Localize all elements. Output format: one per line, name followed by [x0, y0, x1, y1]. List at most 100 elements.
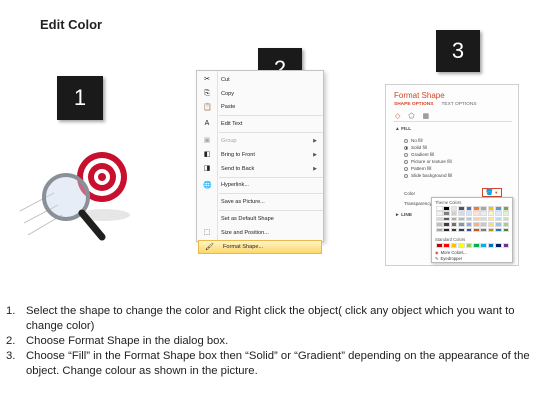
color-swatch[interactable] [487, 211, 495, 216]
tab-text-options[interactable]: TEXT OPTIONS [441, 102, 476, 107]
color-swatch[interactable] [436, 211, 443, 216]
color-swatch[interactable] [465, 206, 473, 211]
fill-section-header[interactable]: ▲ FILL [395, 127, 411, 132]
color-swatch[interactable] [450, 227, 458, 233]
menu-item-size-and-position[interactable]: ⬚ Size and Position... [197, 226, 323, 240]
menu-item-cut[interactable]: ✂ Cut [197, 73, 323, 87]
color-swatch[interactable] [443, 222, 450, 227]
color-swatch[interactable] [487, 227, 495, 233]
menu-item-send-to-back[interactable]: ◨ Send to Back ▶ [197, 162, 323, 176]
color-swatch[interactable] [472, 211, 480, 216]
color-swatch[interactable] [465, 216, 473, 222]
color-swatch[interactable] [443, 206, 450, 211]
target-magnifier-illustration[interactable] [14, 145, 149, 250]
page-title: Edit Color [40, 17, 103, 32]
color-swatch[interactable] [436, 222, 443, 227]
color-swatch[interactable] [487, 243, 495, 248]
color-swatch[interactable] [472, 222, 480, 227]
fill-option[interactable]: Slide background fill [404, 172, 452, 179]
color-swatch[interactable] [502, 243, 510, 248]
color-swatch[interactable] [458, 206, 465, 211]
color-swatch[interactable] [480, 227, 487, 233]
fill-option[interactable]: Solid fill [404, 144, 452, 151]
more-colors-item[interactable]: ◉ More Colors... [435, 250, 467, 255]
color-swatch[interactable] [480, 211, 487, 216]
menu-item-label: Set as Default Shape [221, 216, 274, 223]
format-shape-title: Format Shape [394, 91, 445, 100]
color-swatch[interactable] [450, 211, 458, 216]
size-properties-icon[interactable]: ▦ [422, 112, 429, 120]
color-swatch[interactable] [495, 243, 502, 248]
menu-item-format-shape[interactable]: 🖌 Format Shape... [198, 239, 322, 254]
menu-separator [219, 132, 323, 134]
color-picker-button[interactable]: 🪣 ▼ [482, 188, 502, 197]
color-swatch[interactable] [495, 206, 502, 211]
fill-option[interactable]: No fill [404, 137, 452, 144]
color-swatch[interactable] [472, 206, 480, 211]
menu-item-bring-to-front[interactable]: ◧ Bring to Front ▶ [197, 148, 323, 162]
color-swatch[interactable] [495, 227, 502, 233]
color-swatch[interactable] [458, 243, 465, 248]
color-swatch[interactable] [495, 216, 502, 222]
line-section-header[interactable]: ► LINE [395, 213, 412, 218]
color-swatch[interactable] [495, 211, 502, 216]
radio-button[interactable] [404, 152, 408, 157]
color-swatch[interactable] [487, 222, 495, 227]
color-swatch[interactable] [487, 216, 495, 222]
fill-line-icon[interactable]: ◇ [395, 112, 400, 120]
color-swatch[interactable] [443, 216, 450, 222]
color-swatch[interactable] [502, 211, 510, 216]
menu-item-paste[interactable]: 📋 Paste [197, 101, 323, 115]
color-swatch[interactable] [436, 206, 443, 211]
color-swatch[interactable] [472, 227, 480, 233]
eyedropper-item[interactable]: ✎ Eyedropper [435, 256, 462, 261]
color-swatch[interactable] [443, 211, 450, 216]
color-swatch[interactable] [450, 222, 458, 227]
menu-item-set-as-default-shape[interactable]: Set as Default Shape [197, 212, 323, 226]
radio-button[interactable] [404, 145, 408, 150]
radio-button[interactable] [404, 159, 408, 164]
color-swatch[interactable] [450, 216, 458, 222]
fill-option[interactable]: Gradient fill [404, 151, 452, 158]
color-swatch[interactable] [458, 222, 465, 227]
menu-item-save-as-picture[interactable]: Save as Picture... [197, 195, 323, 209]
radio-button[interactable] [404, 138, 408, 143]
menu-separator [219, 115, 323, 117]
color-swatch[interactable] [458, 227, 465, 233]
color-swatch[interactable] [436, 216, 443, 222]
menu-item-group[interactable]: ▣ Group ▶ [197, 134, 323, 148]
color-swatch[interactable] [450, 243, 458, 248]
color-swatch[interactable] [443, 243, 450, 248]
color-swatch[interactable] [436, 227, 443, 233]
color-swatch[interactable] [443, 227, 450, 233]
radio-button[interactable] [404, 166, 408, 171]
color-swatch[interactable] [472, 243, 480, 248]
menu-item-hyperlink[interactable]: 🌐 Hyperlink... [197, 179, 323, 193]
color-swatch[interactable] [480, 206, 487, 211]
fill-option[interactable]: Pattern fill [404, 165, 452, 172]
color-swatch[interactable] [502, 206, 510, 211]
color-swatch[interactable] [458, 216, 465, 222]
color-swatch[interactable] [480, 222, 487, 227]
color-swatch[interactable] [458, 211, 465, 216]
color-swatch[interactable] [450, 206, 458, 211]
color-swatch[interactable] [480, 243, 487, 248]
color-swatch[interactable] [502, 216, 510, 222]
color-swatch[interactable] [487, 206, 495, 211]
color-swatch[interactable] [480, 216, 487, 222]
menu-item-copy[interactable]: ⎘ Copy [197, 87, 323, 101]
menu-item-edit-text[interactable]: A Edit Text [197, 117, 323, 131]
color-swatch[interactable] [436, 243, 443, 248]
color-swatch[interactable] [472, 216, 480, 222]
color-swatch[interactable] [465, 222, 473, 227]
tab-shape-options[interactable]: SHAPE OPTIONS [394, 102, 433, 107]
radio-button[interactable] [404, 173, 408, 178]
color-swatch[interactable] [502, 227, 510, 233]
color-swatch[interactable] [502, 222, 510, 227]
color-swatch[interactable] [465, 227, 473, 233]
effects-icon[interactable]: ⬠ [408, 112, 414, 120]
color-swatch[interactable] [495, 222, 502, 227]
fill-option[interactable]: Picture or texture fill [404, 158, 452, 165]
color-swatch[interactable] [465, 243, 473, 248]
color-swatch[interactable] [465, 211, 473, 216]
